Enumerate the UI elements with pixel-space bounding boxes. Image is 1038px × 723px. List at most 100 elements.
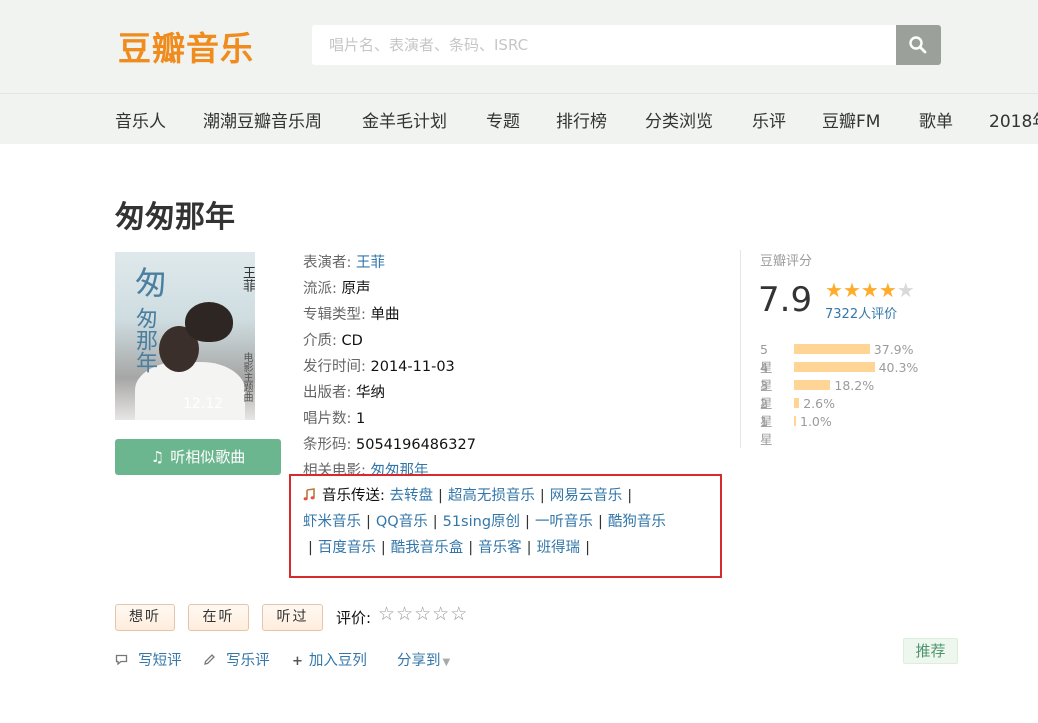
info-label: 出版者:	[303, 385, 352, 401]
send-link-yinyueke[interactable]: 音乐客	[478, 540, 522, 556]
star-outline-icon[interactable]: ☆	[432, 603, 450, 625]
nav-item-charts[interactable]: 排行榜	[556, 107, 607, 132]
send-link-xiami[interactable]: 虾米音乐	[303, 514, 361, 530]
info-row-media: 介质: CD	[303, 328, 723, 354]
info-value: 原声	[341, 281, 371, 297]
rating-dist-bar	[794, 398, 800, 408]
info-row-performer: 表演者: 王菲	[303, 250, 723, 276]
want-listen-button[interactable]: 想听	[115, 604, 175, 631]
nav-item-topics[interactable]: 专题	[486, 107, 520, 132]
nav-item-fm[interactable]: 豆瓣FM	[822, 107, 880, 132]
listening-button[interactable]: 在听	[188, 604, 249, 631]
separator: |	[597, 514, 603, 530]
rating-score: 7.9	[758, 280, 813, 320]
listen-similar-button[interactable]: ♫ 听相似歌曲	[115, 439, 281, 475]
separator: |	[526, 540, 532, 556]
music-send-line: 音乐传送: 去转盘 | 超高无损音乐 | 网易云音乐 |	[303, 483, 723, 509]
info-value: 华纳	[356, 385, 385, 401]
short-review-link[interactable]: 写短评	[138, 653, 182, 669]
rating-label: 豆瓣评分	[760, 254, 813, 269]
write-short-review[interactable]: 写短评	[115, 649, 182, 670]
separator: |	[627, 488, 633, 504]
info-label: 介质:	[303, 333, 337, 349]
separator: |	[585, 540, 590, 556]
cover-date: 12.12	[183, 396, 224, 412]
album-info: 表演者: 王菲 流派: 原声 专辑类型: 单曲 介质: CD 发行时间: 201…	[303, 250, 723, 484]
cover-subtitle: 电影主题曲	[241, 352, 252, 402]
music-send-label: 音乐传送:	[322, 488, 385, 504]
send-link-yiting[interactable]: 一听音乐	[535, 514, 593, 530]
cover-title-vertical: 匆那年	[132, 307, 157, 373]
rating-count-link[interactable]: 7322人评价	[825, 303, 897, 322]
send-link-bandari[interactable]: 班得瑞	[537, 540, 581, 556]
share-dropdown[interactable]: 分享到 ▼	[397, 649, 450, 670]
nav-item-golden-fleece[interactable]: 金羊毛计划	[362, 107, 447, 132]
nav-item-2018[interactable]: 2018年	[989, 107, 1038, 132]
info-row-discs: 唱片数: 1	[303, 406, 723, 432]
send-link-netease[interactable]: 网易云音乐	[550, 488, 623, 504]
send-link-lossless[interactable]: 超高无损音乐	[448, 488, 535, 504]
plus-icon: +	[292, 654, 303, 669]
send-link-kuwo[interactable]: 酷我音乐盒	[391, 540, 464, 556]
page-title: 匆匆那年	[115, 200, 235, 235]
send-link-qq[interactable]: QQ音乐	[376, 514, 428, 530]
nav-item-reviews[interactable]: 乐评	[752, 107, 786, 132]
send-link-zhuanpan[interactable]: 去转盘	[390, 488, 434, 504]
rating-dist-percent: 18.2%	[834, 378, 875, 393]
recommend-button[interactable]: 推荐	[903, 638, 958, 664]
info-value: 5054196486327	[356, 437, 476, 453]
nav-item-browse[interactable]: 分类浏览	[645, 107, 713, 132]
listen-similar-label: 听相似歌曲	[170, 448, 246, 466]
nav-item-playlists[interactable]: 歌单	[919, 107, 953, 132]
search-input[interactable]: 唱片名、表演者、条码、ISRC	[312, 25, 896, 65]
performer-link[interactable]: 王菲	[356, 255, 385, 271]
star-outline-icon[interactable]: ☆	[414, 603, 432, 625]
star-filled-icon: ★	[842, 278, 861, 302]
cover-title-char: 匆	[135, 264, 168, 302]
add-doulist[interactable]: + 加入豆列	[292, 649, 367, 670]
send-link-51sing[interactable]: 51sing原创	[443, 514, 520, 530]
info-label: 流派:	[303, 281, 337, 297]
rating-dist-percent: 1.0%	[800, 414, 832, 429]
info-row-type: 专辑类型: 单曲	[303, 302, 723, 328]
separator: |	[539, 488, 545, 504]
send-link-kugou[interactable]: 酷狗音乐	[608, 514, 666, 530]
rating-dist-bar	[794, 380, 831, 390]
nav-item-musician[interactable]: 音乐人	[115, 107, 166, 132]
rating-dist-bar	[794, 344, 870, 354]
info-label: 表演者:	[303, 255, 352, 271]
music-send-line: 虾米音乐 | QQ音乐 | 51sing原创 | 一听音乐 | 酷狗音乐	[303, 509, 723, 535]
search-button[interactable]	[896, 25, 941, 65]
info-value: 2014-11-03	[370, 359, 455, 375]
music-review-link[interactable]: 写乐评	[226, 653, 270, 669]
cover-artist: 王菲	[240, 266, 255, 292]
music-note-icon: ♫	[150, 448, 165, 466]
listened-button[interactable]: 听过	[262, 604, 323, 631]
star-outline-icon[interactable]: ☆	[450, 603, 468, 625]
info-value: 单曲	[370, 307, 400, 323]
rating-dist-percent: 37.9%	[873, 342, 914, 357]
add-doulist-link[interactable]: 加入豆列	[309, 653, 367, 669]
rate-label: 评价:	[336, 609, 372, 627]
separator: |	[432, 514, 438, 530]
rating-dist-label: 1星	[760, 414, 773, 447]
star-outline-icon[interactable]: ☆	[378, 603, 396, 625]
rating-stars: ★★★★★	[825, 278, 915, 302]
info-label: 唱片数:	[303, 411, 352, 427]
info-label: 专辑类型:	[303, 307, 366, 323]
main-nav: 音乐人 潮潮豆瓣音乐周 金羊毛计划 专题 排行榜 分类浏览 乐评 豆瓣FM 歌单…	[0, 94, 1038, 144]
info-value: CD	[341, 333, 363, 349]
star-outline-icon[interactable]: ☆	[396, 603, 414, 625]
site-logo[interactable]: 豆瓣音乐	[118, 22, 254, 70]
top-bar: 豆瓣音乐 唱片名、表演者、条码、ISRC	[0, 0, 1038, 94]
separator: |	[380, 540, 386, 556]
album-cover[interactable]: 匆 匆那年 王菲 电影主题曲 12.12	[115, 252, 255, 420]
nav-item-music-week[interactable]: 潮潮豆瓣音乐周	[203, 107, 322, 132]
separator: |	[438, 488, 443, 504]
info-row-barcode: 条形码: 5054196486327	[303, 432, 723, 458]
music-note-icon	[303, 488, 315, 501]
send-link-baidu[interactable]: 百度音乐	[318, 540, 376, 556]
write-music-review[interactable]: 写乐评	[203, 649, 270, 670]
info-row-genre: 流派: 原声	[303, 276, 723, 302]
rating-dist-percent: 2.6%	[803, 396, 835, 411]
